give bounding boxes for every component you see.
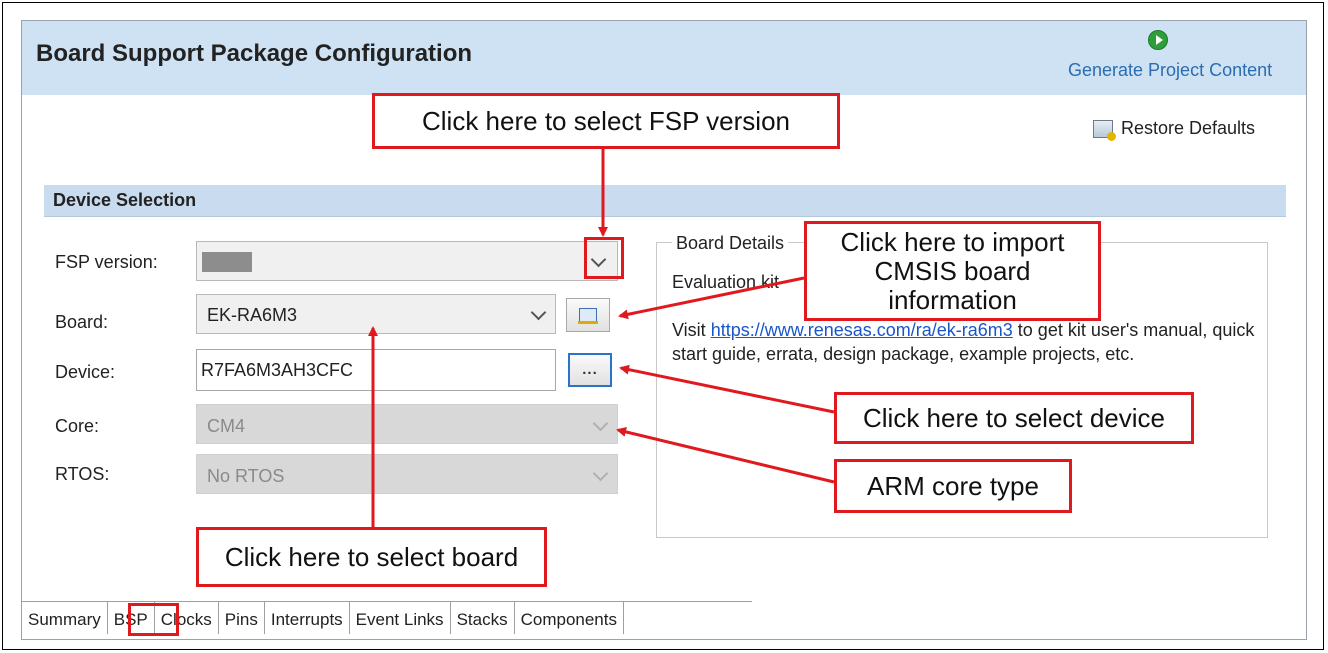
tab-interrupts[interactable]: Interrupts: [265, 602, 350, 634]
tab-pins[interactable]: Pins: [219, 602, 265, 634]
tab-components[interactable]: Components: [515, 602, 624, 634]
bsp-tab-highlight: [128, 603, 179, 636]
tab-stacks[interactable]: Stacks: [451, 602, 515, 634]
arrow-import: [618, 276, 805, 320]
tab-summary[interactable]: Summary: [22, 602, 108, 634]
arrow-core: [616, 427, 835, 484]
annotation-arrows: [368, 149, 835, 527]
tab-event-links[interactable]: Event Links: [350, 602, 451, 634]
arrow-device: [619, 364, 835, 414]
